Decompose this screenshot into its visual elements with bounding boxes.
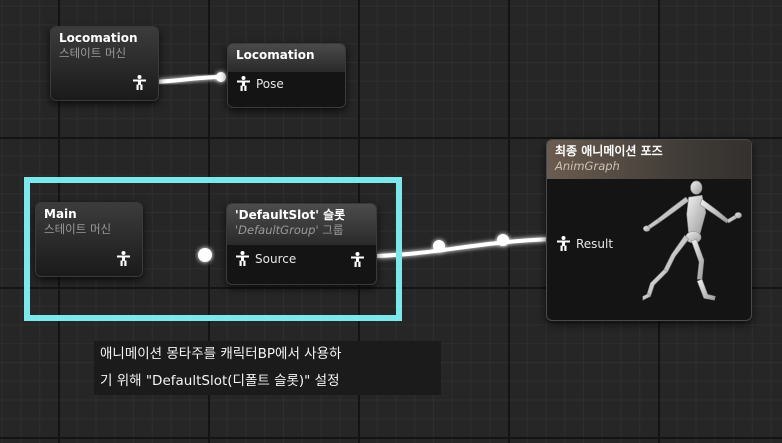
node-title: Locomation bbox=[59, 31, 138, 45]
wire-slot-to-result[interactable] bbox=[375, 237, 556, 258]
node-title: 최종 애니메이션 포즈 bbox=[555, 144, 663, 158]
caption-line: 기 위해 "DefaultSlot(디폴트 슬롯)" 설정 bbox=[100, 373, 340, 389]
pin-label: Pose bbox=[256, 76, 284, 91]
caption-text: 애니메이션 몽타주를 캐릭터BP에서 사용하 기 위해 "DefaultSlot… bbox=[94, 341, 441, 395]
input-result-pin[interactable]: Result bbox=[557, 236, 613, 251]
wire-locomotion-to-pose[interactable] bbox=[147, 75, 224, 84]
input-pose-pin[interactable]: Pose bbox=[237, 76, 284, 91]
highlight-box bbox=[24, 177, 402, 321]
person-pose-icon bbox=[557, 236, 570, 251]
caption-line: 애니메이션 몽타주를 캐릭터BP에서 사용하 bbox=[100, 346, 342, 362]
wire-knot[interactable] bbox=[433, 240, 445, 252]
locomotion-pose-node[interactable]: Locomation Pose bbox=[227, 43, 346, 108]
wire-knot[interactable] bbox=[216, 72, 226, 82]
node-subtitle: AnimGraph bbox=[555, 159, 620, 173]
running-mannequin-icon bbox=[642, 180, 742, 301]
wire-knot[interactable] bbox=[497, 234, 509, 246]
person-pose-icon bbox=[133, 75, 146, 90]
output-pose-pin[interactable] bbox=[133, 75, 146, 94]
locomotion-state-machine-node[interactable]: Locomation 스테이트 머신 bbox=[50, 26, 159, 101]
node-subtitle: 스테이트 머신 bbox=[59, 46, 127, 60]
pin-label: Result bbox=[576, 236, 614, 251]
node-title: Locomation bbox=[236, 48, 315, 62]
person-pose-icon bbox=[237, 76, 250, 91]
final-animation-pose-node[interactable]: 최종 애니메이션 포즈 AnimGraph Result bbox=[546, 139, 752, 321]
